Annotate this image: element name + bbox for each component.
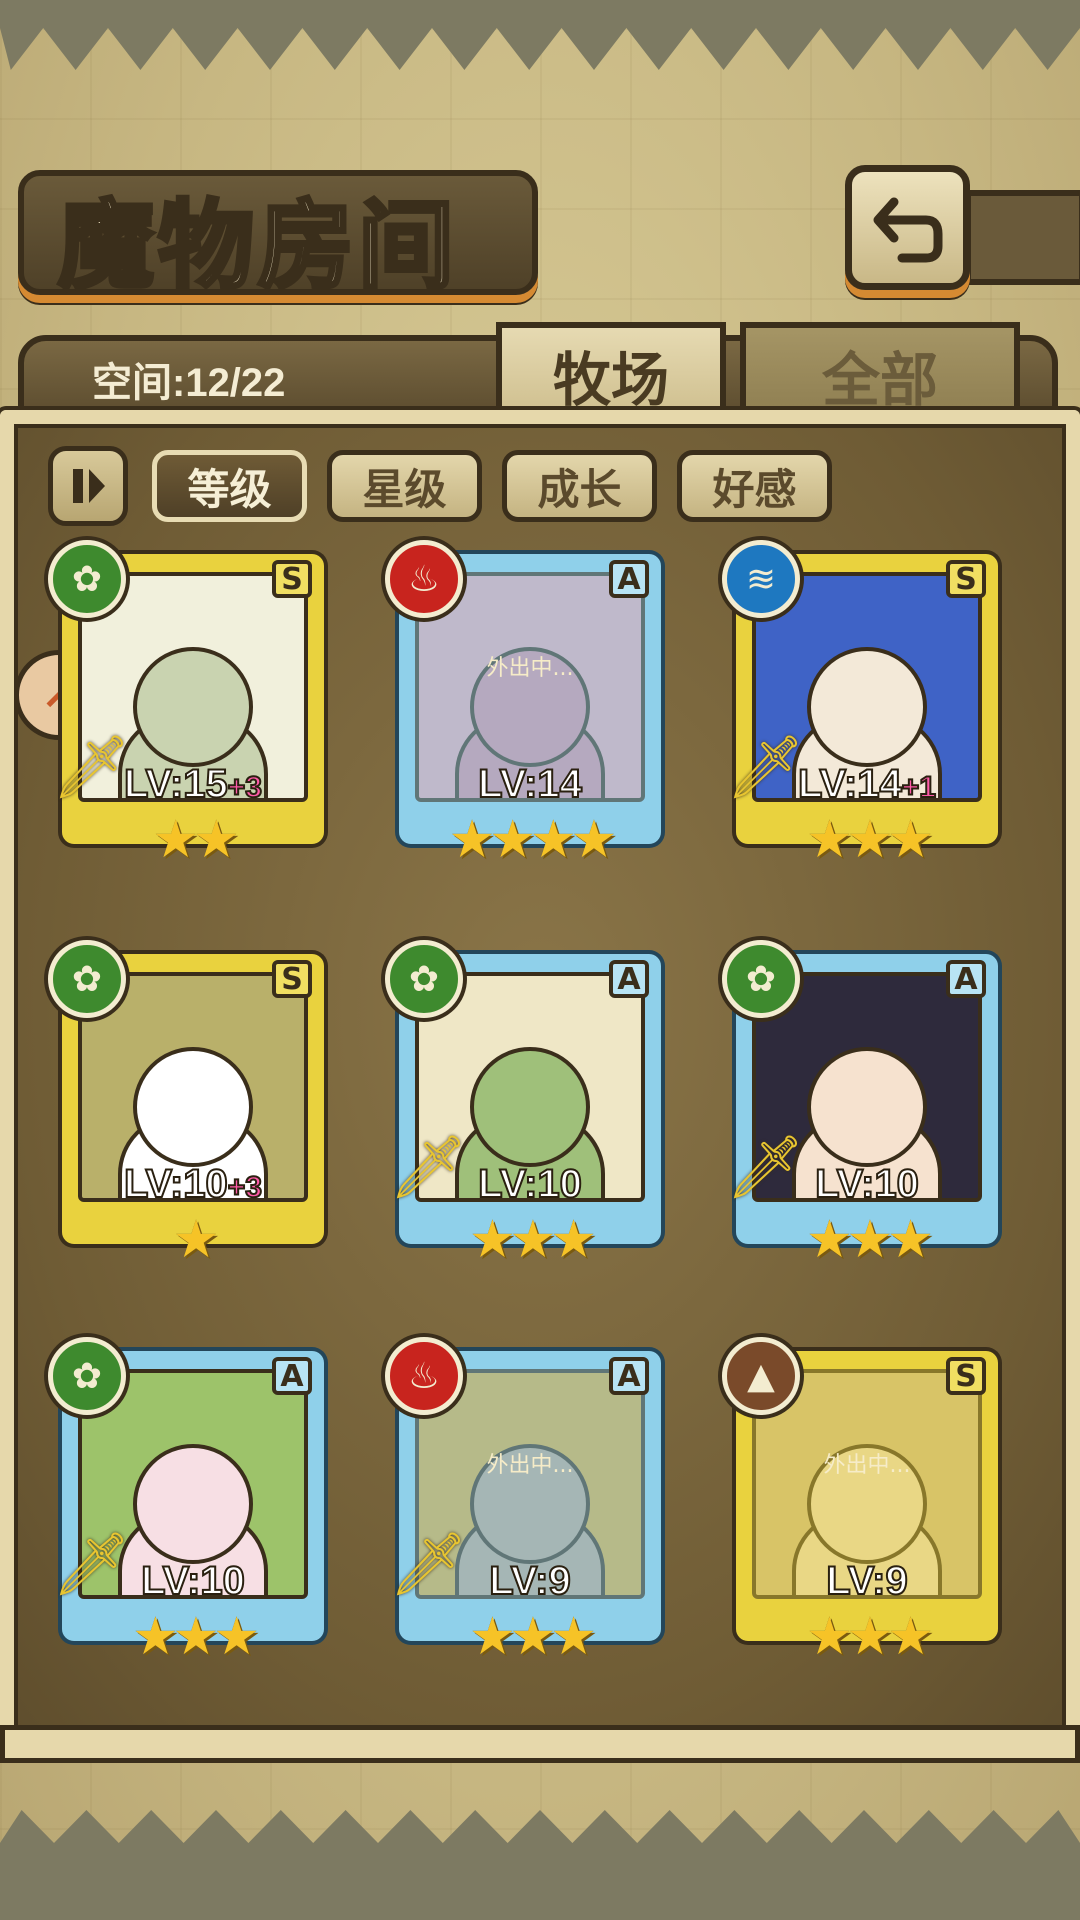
rank-badge: A xyxy=(946,960,986,998)
star-rating: ★ xyxy=(172,1210,220,1270)
level-bonus: +3 xyxy=(227,1170,263,1205)
level-label: LV:9 xyxy=(722,1558,1012,1604)
pause-sort-icon xyxy=(73,469,105,503)
star-rating: ★★★ xyxy=(806,810,934,870)
monster-card[interactable]: A ✿ 🗡 LV:10 ★★★ xyxy=(722,940,1012,1270)
level-value: LV:10 xyxy=(123,1161,229,1207)
star-rating: ★★ xyxy=(152,810,239,870)
grass-element-icon: ✿ xyxy=(722,940,800,1018)
sort-by-level-button[interactable]: 等级 xyxy=(152,450,307,522)
star-rating: ★★★ xyxy=(806,1607,934,1667)
rank-badge: S xyxy=(272,560,312,598)
rank-badge: S xyxy=(946,560,986,598)
level-bonus: +3 xyxy=(227,770,263,805)
sort-order-toggle[interactable] xyxy=(48,446,128,526)
earth-element-icon: ▲ xyxy=(722,1337,800,1415)
monster-card[interactable]: S ▲ 外出中... LV:9 ★★★ xyxy=(722,1337,1012,1667)
grass-element-icon: ✿ xyxy=(48,540,126,618)
capacity-label: 空间:12/22 xyxy=(92,361,286,405)
monster-card[interactable]: S ✿ 🗡 LV:15+3 ★★ xyxy=(48,540,338,870)
fire-element-icon: ♨ xyxy=(385,1337,463,1415)
sort-by-growth-button[interactable]: 成长 xyxy=(502,450,657,522)
tab-ranch[interactable]: 牧场 xyxy=(496,322,726,422)
rank-badge: S xyxy=(946,1357,986,1395)
level-value: LV:10 xyxy=(814,1161,920,1207)
water-element-icon: ≋ xyxy=(722,540,800,618)
portrait-head xyxy=(133,1047,253,1168)
star-rating: ★★★ xyxy=(469,1607,597,1667)
star-rating: ★★★ xyxy=(132,1607,260,1667)
away-status-label: 外出中... xyxy=(486,656,574,681)
tab-all[interactable]: 全部 xyxy=(740,322,1020,422)
portrait-head xyxy=(133,1444,253,1565)
level-value: LV:9 xyxy=(825,1558,909,1604)
level-value: LV:14 xyxy=(797,761,903,807)
level-value: LV:10 xyxy=(477,1161,583,1207)
portrait-head xyxy=(807,647,927,768)
monster-card[interactable]: A ♨ 外出中... LV:14 ★★★★ xyxy=(385,540,675,870)
portrait-head xyxy=(470,1047,590,1168)
sort-by-star-button[interactable]: 星级 xyxy=(327,450,482,522)
level-label: LV:10+3 xyxy=(48,1161,338,1207)
away-status-label: 外出中... xyxy=(486,1453,574,1478)
level-label: LV:15+3 xyxy=(48,761,338,807)
level-label: LV:10 xyxy=(48,1558,338,1604)
rank-badge: A xyxy=(609,960,649,998)
level-label: LV:14 xyxy=(385,761,675,807)
star-rating: ★★★ xyxy=(806,1210,934,1270)
level-value: LV:9 xyxy=(488,1558,572,1604)
monster-card[interactable]: A ♨ 🗡 外出中... LV:9 ★★★ xyxy=(385,1337,675,1667)
level-label: LV:14+1 xyxy=(722,761,1012,807)
monster-card[interactable]: S ✿ LV:10+3 ★ xyxy=(48,940,338,1270)
grass-element-icon: ✿ xyxy=(385,940,463,1018)
star-rating: ★★★★ xyxy=(448,810,617,870)
panel-bottom-rail xyxy=(0,1725,1080,1763)
level-value: LV:15 xyxy=(123,761,229,807)
bottom-zigzag-border xyxy=(0,1810,1080,1920)
rank-badge: A xyxy=(609,560,649,598)
monster-card[interactable]: A ✿ 🗡 LV:10 ★★★ xyxy=(385,940,675,1270)
page-title: 魔物房间 xyxy=(56,187,458,304)
away-status-label: 外出中... xyxy=(823,1453,911,1478)
level-label: LV:9 xyxy=(385,1558,675,1604)
portrait-head xyxy=(133,647,253,768)
back-button[interactable] xyxy=(845,165,970,290)
monster-card[interactable]: S ≋ 🗡 LV:14+1 ★★★ xyxy=(722,540,1012,870)
level-label: LV:10 xyxy=(385,1161,675,1207)
grass-element-icon: ✿ xyxy=(48,1337,126,1415)
rank-badge: A xyxy=(609,1357,649,1395)
back-arrow-icon xyxy=(873,197,942,262)
monster-card[interactable]: A ✿ 🗡 LV:10 ★★★ xyxy=(48,1337,338,1667)
rank-badge: S xyxy=(272,960,312,998)
rank-badge: A xyxy=(272,1357,312,1395)
portrait-head xyxy=(807,1047,927,1168)
grass-element-icon: ✿ xyxy=(48,940,126,1018)
star-rating: ★★★ xyxy=(469,1210,597,1270)
level-bonus: +1 xyxy=(901,770,937,805)
level-value: LV:10 xyxy=(140,1558,246,1604)
back-button-rail xyxy=(965,190,1080,285)
level-label: LV:10 xyxy=(722,1161,1012,1207)
level-value: LV:14 xyxy=(477,761,583,807)
sort-by-affection-button[interactable]: 好感 xyxy=(677,450,832,522)
fire-element-icon: ♨ xyxy=(385,540,463,618)
